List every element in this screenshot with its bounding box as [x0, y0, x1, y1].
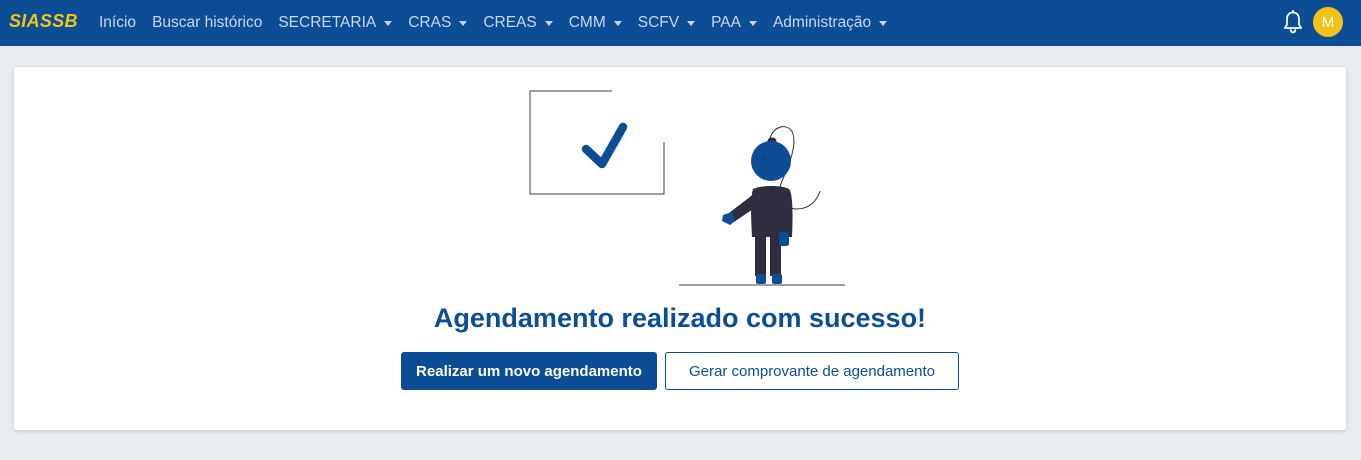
caret-down-icon: [613, 21, 622, 26]
nav-item-label: Administração: [772, 14, 872, 31]
caret-down-icon: [459, 21, 468, 26]
top-navbar: SIASSB Início Buscar histórico SECRETARI…: [0, 0, 1361, 46]
nav-item-label: Início: [99, 14, 137, 31]
nav-item-label: CMM: [568, 14, 606, 31]
generate-receipt-button[interactable]: Gerar comprovante de agendamento: [665, 352, 959, 390]
caret-down-icon: [384, 21, 393, 26]
user-avatar[interactable]: M: [1313, 7, 1343, 37]
person-with-checkmark-illustration: [529, 90, 845, 286]
nav-dropdown-cmm[interactable]: CMM: [569, 14, 622, 32]
success-card: Agendamento realizado com sucesso! Reali…: [14, 67, 1346, 430]
brand-logo[interactable]: SIASSB: [9, 11, 78, 32]
caret-down-icon: [544, 21, 553, 26]
nav-item-label: Buscar histórico: [152, 14, 263, 31]
nav-dropdown-cras[interactable]: CRAS: [408, 14, 468, 32]
nav-item-buscar-historico[interactable]: Buscar histórico: [152, 14, 262, 32]
nav-item-inicio[interactable]: Início: [99, 14, 136, 32]
success-heading: Agendamento realizado com sucesso!: [433, 303, 927, 333]
nav-item-label: CRAS: [408, 14, 452, 31]
nav-item-label: SECRETARIA: [278, 14, 377, 31]
bell-icon[interactable]: [1282, 10, 1304, 34]
caret-down-icon: [687, 21, 696, 26]
nav-dropdown-creas[interactable]: CREAS: [483, 14, 553, 32]
nav-item-label: PAA: [711, 14, 741, 31]
nav-dropdown-scfv[interactable]: SCFV: [637, 14, 696, 32]
nav-dropdown-paa[interactable]: PAA: [711, 14, 757, 32]
caret-down-icon: [748, 21, 757, 26]
new-appointment-button[interactable]: Realizar um novo agendamento: [401, 352, 657, 390]
nav-menu: Início Buscar histórico SECRETARIA CRAS …: [99, 0, 903, 46]
nav-item-label: SCFV: [637, 14, 680, 31]
nav-dropdown-administracao[interactable]: Administração: [772, 14, 888, 32]
nav-dropdown-secretaria[interactable]: SECRETARIA: [278, 14, 393, 32]
nav-item-label: CREAS: [483, 14, 537, 31]
caret-down-icon: [879, 21, 888, 26]
